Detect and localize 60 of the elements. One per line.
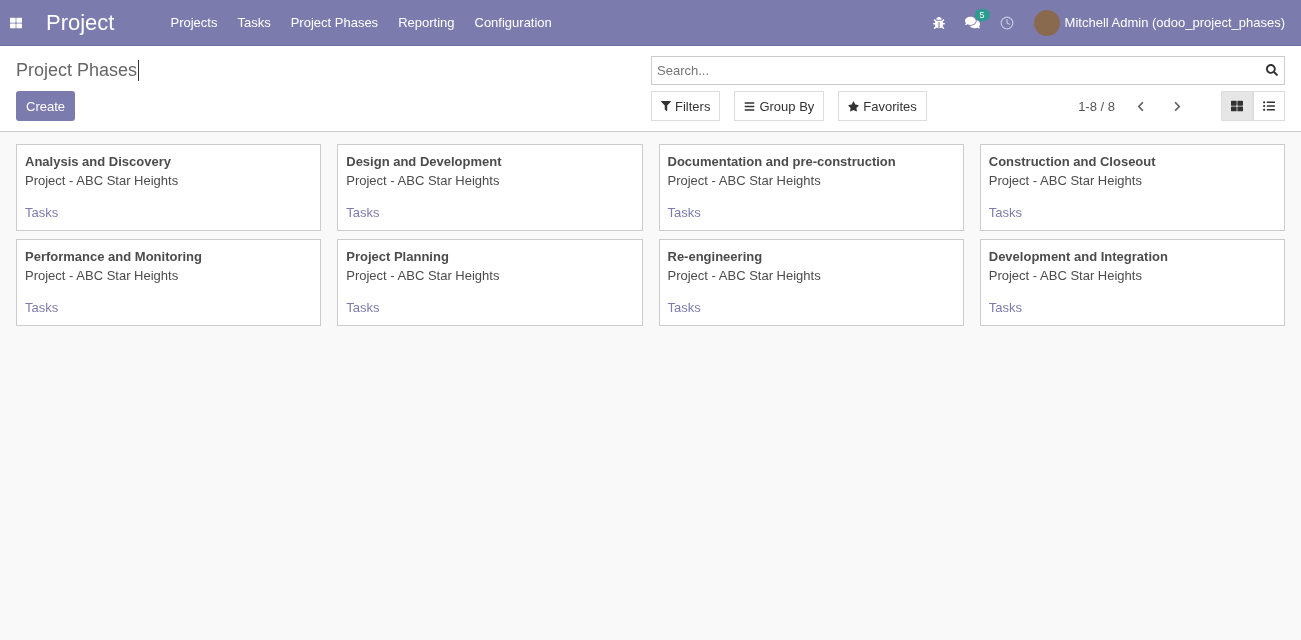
card-project: Project - ABC Star Heights <box>25 173 180 188</box>
kanban-card[interactable]: Analysis and Discovery Project - ABC Star Heights Tasks <box>16 144 322 231</box>
chevron-left-icon <box>1135 100 1146 112</box>
search-field[interactable]: Search... <box>651 56 1285 85</box>
card-title: Project Planning <box>346 249 450 264</box>
breadcrumb: Project Phases <box>16 60 140 81</box>
tasks-link[interactable]: Tasks <box>346 300 380 315</box>
menu-item[interactable]: Projects <box>160 15 228 30</box>
grid-icon <box>1231 100 1243 112</box>
kanban-card[interactable]: Documentation and pre-construction Project - ABC Star Heights Tasks <box>658 144 964 231</box>
kanban-card[interactable]: Project Planning Project - ABC Star Heights Tasks <box>337 239 643 326</box>
kanban-card[interactable]: Development and Integration Project - ABC Star Heights Tasks <box>979 239 1285 326</box>
card-title: Analysis and Discovery <box>25 154 172 169</box>
message-count: 5 <box>974 9 990 21</box>
menu-item[interactable]: Reporting <box>388 15 465 30</box>
list-icon <box>1263 100 1275 112</box>
view-switch-button[interactable] <box>1253 91 1285 121</box>
tasks-link[interactable]: Tasks <box>346 205 380 220</box>
card-title: Design and Development <box>346 154 503 169</box>
tasks-link[interactable]: Tasks <box>25 205 59 220</box>
tasks-link[interactable]: Tasks <box>25 300 59 315</box>
menu-item[interactable]: Project Phases <box>280 15 389 30</box>
apps-menu-icon[interactable] <box>10 16 22 29</box>
pager: 1-8 / 8 <box>1078 98 1115 114</box>
kanban-card[interactable]: Construction and Closeout Project - ABC Star Heights Tasks <box>979 144 1285 231</box>
card-title: Construction and Closeout <box>988 154 1157 169</box>
kanban-card[interactable]: Design and Development Project - ABC Star Heights Tasks <box>337 144 643 231</box>
chevron-right-icon <box>1172 100 1183 112</box>
card-project: Project - ABC Star Heights <box>667 268 822 283</box>
filter-icon <box>661 101 671 111</box>
card-title: Development and Integration <box>988 249 1169 264</box>
card-project: Project - ABC Star Heights <box>988 173 1143 188</box>
card-project: Project - ABC Star Heights <box>988 268 1143 283</box>
card-project: Project - ABC Star Heights <box>25 268 180 283</box>
filter-button[interactable]: Filters <box>651 91 721 121</box>
create-button[interactable]: Create <box>16 91 76 121</box>
card-title: Re-engineering <box>667 249 764 264</box>
tasks-link[interactable]: Tasks <box>988 205 1022 220</box>
card-project: Project - ABC Star Heights <box>346 268 501 283</box>
menu-icon <box>744 100 756 112</box>
menu-item[interactable]: Configuration <box>464 15 562 30</box>
app-title: Project <box>46 9 115 36</box>
kanban-card[interactable]: Re-engineering Project - ABC Star Heights Tasks <box>658 239 964 326</box>
card-title: Documentation and pre-construction <box>667 154 897 169</box>
star-icon <box>848 100 860 112</box>
tasks-link[interactable]: Tasks <box>667 205 701 220</box>
user-name[interactable]: Mitchell Admin (odoo_project_phases) <box>1064 15 1285 30</box>
bug-icon[interactable] <box>932 16 945 29</box>
tasks-link[interactable]: Tasks <box>667 300 701 315</box>
search-icon[interactable] <box>1266 64 1278 76</box>
card-project: Project - ABC Star Heights <box>346 173 501 188</box>
tasks-link[interactable]: Tasks <box>988 300 1022 315</box>
view-switch-button[interactable] <box>1221 91 1253 121</box>
menu-item[interactable]: Tasks <box>227 15 281 30</box>
card-project: Project - ABC Star Heights <box>667 173 822 188</box>
kanban-card[interactable]: Performance and Monitoring Project - ABC Star Heights Tasks <box>16 239 322 326</box>
filter-button[interactable]: Favorites <box>838 91 927 121</box>
filter-button[interactable]: Group By <box>734 91 825 121</box>
chat-icon[interactable] <box>964 15 980 30</box>
card-title: Performance and Monitoring <box>25 249 203 264</box>
